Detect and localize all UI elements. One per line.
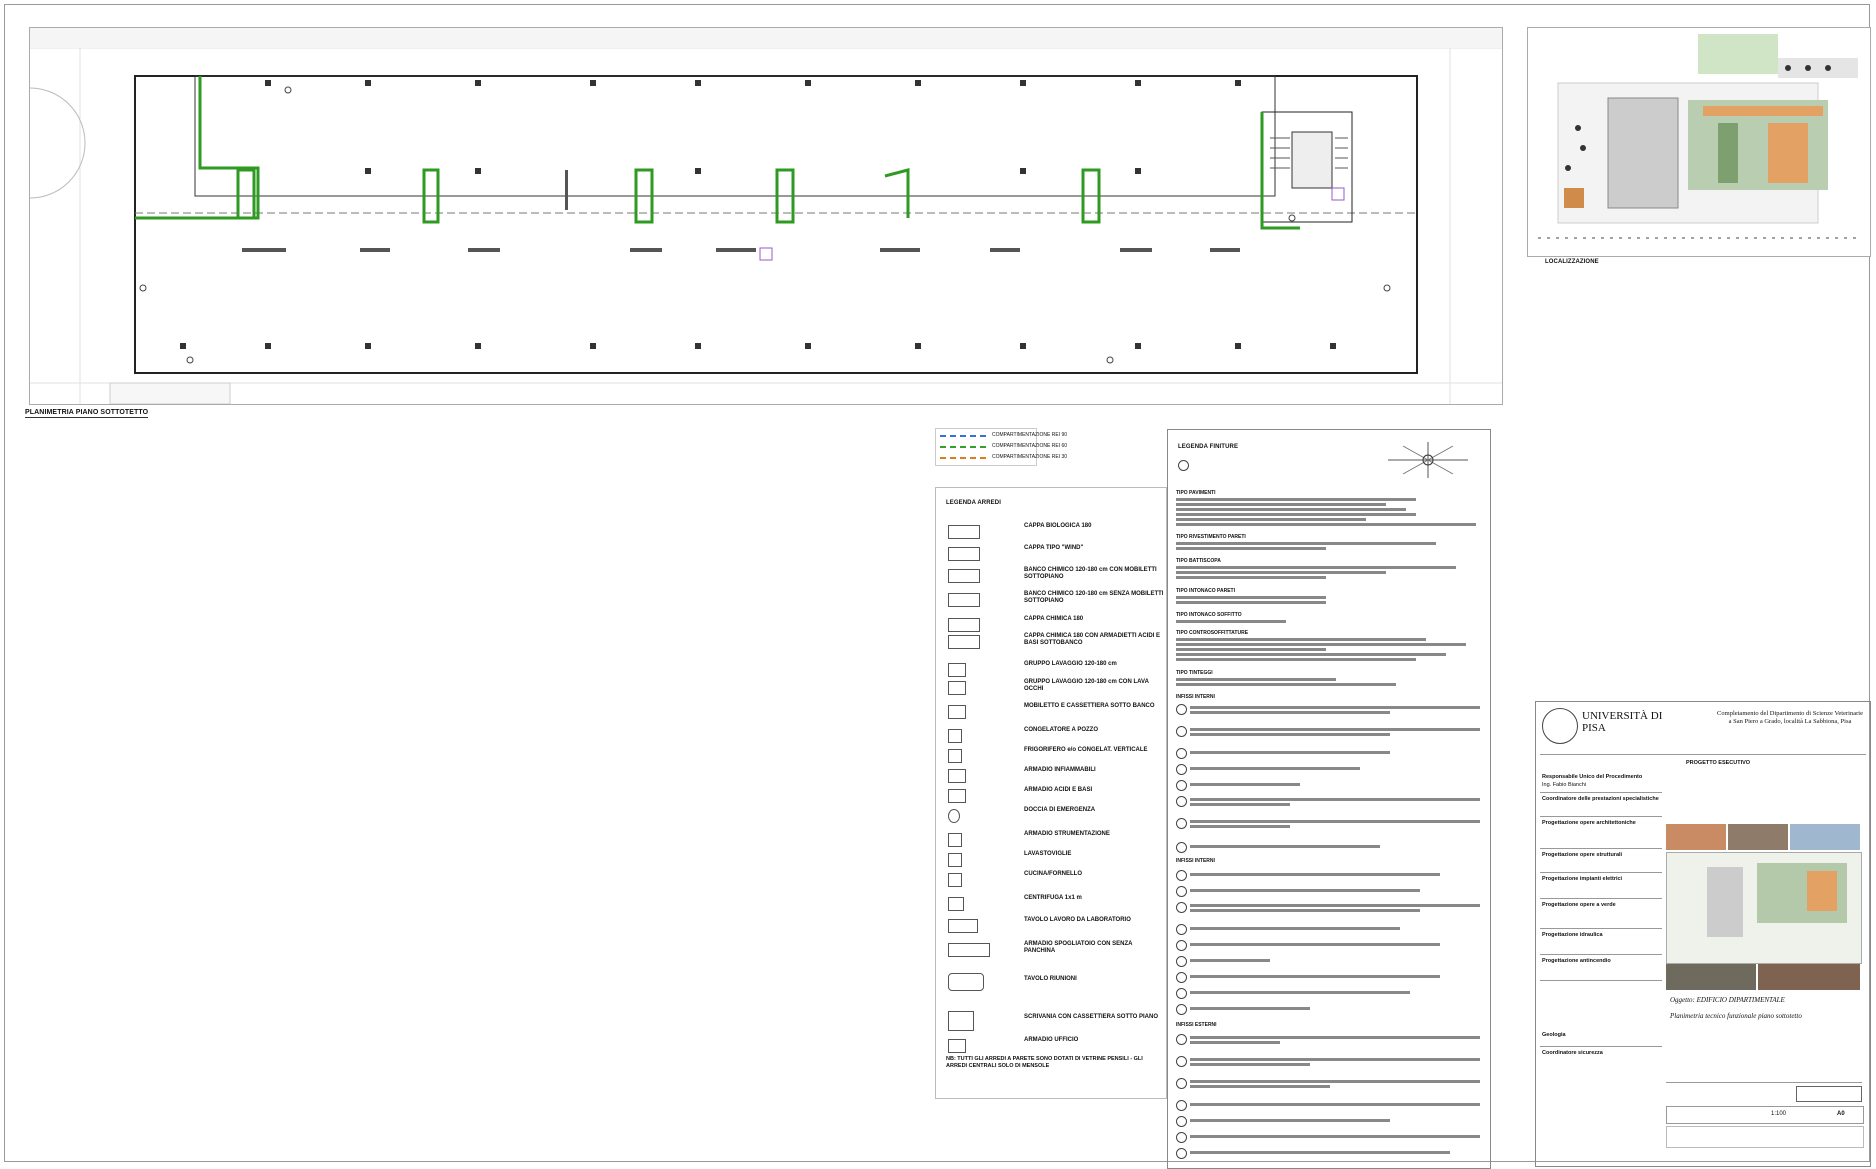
- plan-caption: PLANIMETRIA PIANO SOTTOTETTO: [25, 409, 149, 418]
- furniture-item: ARMADIO SPOGLIATOIO CON SENZA PANCHINA: [946, 940, 1161, 962]
- title-row: Progettazione opere strutturali: [1542, 852, 1623, 858]
- title-row: Responsabile Unico del Procedimento: [1542, 774, 1643, 780]
- drawing-info-row: 1:100 A0: [1666, 1106, 1864, 1124]
- location-map: [1528, 28, 1870, 256]
- drawing-description: Planimetria tecnico funzionale piano sot…: [1670, 1012, 1802, 1020]
- finishes-section: TIPO INTONACO PARETI: [1176, 588, 1235, 594]
- furniture-item: MOBILETTO E CASSETTIERA SOTTO BANCO: [946, 702, 1161, 724]
- furniture-item: ARMADIO INFIAMMABILI: [946, 766, 1161, 788]
- title-row: Progettazione antincendio: [1542, 958, 1611, 964]
- title-row: Geologia: [1542, 1032, 1566, 1038]
- furniture-item: CENTRIFUGA 1x1 m: [946, 894, 1161, 916]
- furniture-item: BANCO CHIMICO 120-180 cm SENZA MOBILETTI…: [946, 590, 1163, 612]
- title-row: Progettazione impianti elettrici: [1542, 876, 1623, 882]
- location-caption: LOCALIZZAZIONE: [1545, 259, 1599, 265]
- furniture-item: TAVOLO LAVORO DA LABORATORIO: [946, 916, 1161, 938]
- finishes-section: INFISSI INTERNI: [1176, 858, 1215, 864]
- format-value: A0: [1837, 1111, 1845, 1117]
- rei60-line: [940, 446, 986, 448]
- furniture-legend-title: LEGENDA ARREDI: [946, 500, 1001, 506]
- furniture-item: CAPPA BIOLOGICA 180: [946, 522, 1161, 544]
- scale-value: 1:100: [1771, 1111, 1787, 1117]
- drawing-sheet: PLANIMETRIA PIANO SOTTOTETTO LOCALIZZAZI…: [4, 4, 1871, 1169]
- furniture-item: LAVASTOVIGLIE: [946, 850, 1161, 872]
- room-id-symbol: [1178, 460, 1189, 471]
- furniture-item: ARMADIO ACIDI E BASI: [946, 786, 1161, 808]
- compartment-legend: COMPARTIMENTAZIONE REI 90 COMPARTIMENTAZ…: [935, 428, 1067, 466]
- rei60-label: COMPARTIMENTAZIONE REI 60: [992, 443, 1068, 449]
- project-phase: PROGETTO ESECUTIVO: [1686, 760, 1751, 766]
- furniture-item: SCRIVANIA CON CASSETTIERA SOTTO PIANO: [946, 1008, 1161, 1031]
- furniture-item: ARMADIO UFFICIO: [946, 1036, 1161, 1058]
- finishes-legend-title: LEGENDA FINITURE: [1178, 444, 1239, 450]
- furniture-item: TAVOLO RIUNIONI: [946, 970, 1161, 992]
- furniture-item: CONGELATORE A POZZO: [946, 726, 1161, 748]
- rei30-line: [940, 457, 986, 459]
- location-plan: [1527, 27, 1871, 257]
- title-row: Ing. Fabio Bianchi: [1542, 782, 1587, 788]
- finishes-section: TIPO CONTROSOFFITTATURE: [1176, 630, 1249, 636]
- finishes-section: INFISSI ESTERNI: [1176, 1022, 1217, 1028]
- render-photo: [1728, 824, 1788, 850]
- rei90-line: [940, 435, 986, 437]
- finishes-section: TIPO RIVESTIMENTO PARETI: [1176, 534, 1246, 540]
- render-photo: [1790, 824, 1860, 850]
- drawing-code-box: [1796, 1086, 1862, 1102]
- project-title: Completamento del Dipartimento di Scienz…: [1717, 710, 1863, 725]
- furniture-item: CAPPA TIPO "WIND": [946, 544, 1161, 566]
- rei90-label: COMPARTIMENTAZIONE REI 90: [992, 432, 1068, 438]
- drawing-object: Oggetto: EDIFICIO DIPARTIMENTALE: [1670, 996, 1785, 1004]
- finishes-section: TIPO TINTEGGI: [1176, 670, 1213, 676]
- floor-plan-drawing: [29, 28, 1502, 405]
- site-plan-thumbnail: [1666, 852, 1862, 964]
- title-row: Progettazione opere architettoniche: [1542, 820, 1636, 826]
- compass-rose: [1388, 442, 1468, 478]
- furniture-item: CAPPA CHIMICA 180 CON ARMADIETTI ACIDI E…: [946, 632, 1161, 654]
- university-name: UNIVERSITÀ DI PISA: [1582, 710, 1663, 734]
- finishes-legend: LEGENDA FINITURE TIPO PAVIMENTI TIPO RIV…: [1167, 429, 1491, 1169]
- university-seal: [1542, 708, 1578, 744]
- render-photo: [1758, 964, 1860, 990]
- title-row: Coordinatore delle prestazioni specialis…: [1542, 796, 1659, 802]
- furniture-item: ARMADIO STRUMENTAZIONE: [946, 830, 1161, 852]
- furniture-item: BANCO CHIMICO 120-180 cm CON MOBILETTI S…: [946, 566, 1161, 588]
- rei30-label: COMPARTIMENTAZIONE REI 30: [992, 454, 1068, 460]
- finishes-section: TIPO INTONACO SOFFITTO: [1176, 612, 1242, 618]
- furniture-legend: LEGENDA ARREDI CAPPA BIOLOGICA 180 CAPPA…: [935, 487, 1167, 1099]
- title-block: UNIVERSITÀ DI PISA Completamento del Dip…: [1535, 701, 1871, 1167]
- revision-table: [1666, 1126, 1864, 1148]
- title-row: Progettazione idraulica: [1542, 932, 1603, 938]
- furniture-item: DOCCIA DI EMERGENZA: [946, 806, 1161, 828]
- title-row: Coordinatore sicurezza: [1542, 1050, 1603, 1056]
- render-photo: [1666, 964, 1756, 990]
- furniture-item: CUCINA/FORNELLO: [946, 870, 1161, 892]
- furniture-item: FRIGORIFERO e/o CONGELAT. VERTICALE: [946, 746, 1161, 768]
- finishes-section: TIPO BATTISCOPA: [1176, 558, 1221, 564]
- furniture-note: NB: TUTTI GLI ARREDI A PARETE SONO DOTAT…: [946, 1056, 1143, 1069]
- finishes-section: TIPO PAVIMENTI: [1176, 490, 1216, 496]
- render-photo: [1666, 824, 1726, 850]
- title-row: Progettazione opere a verde: [1542, 902, 1616, 908]
- finishes-section: INFISSI INTERNI: [1176, 694, 1215, 700]
- furniture-item: GRUPPO LAVAGGIO 120-180 cm CON LAVA OCCH…: [946, 678, 1161, 700]
- floor-plan: [29, 27, 1503, 405]
